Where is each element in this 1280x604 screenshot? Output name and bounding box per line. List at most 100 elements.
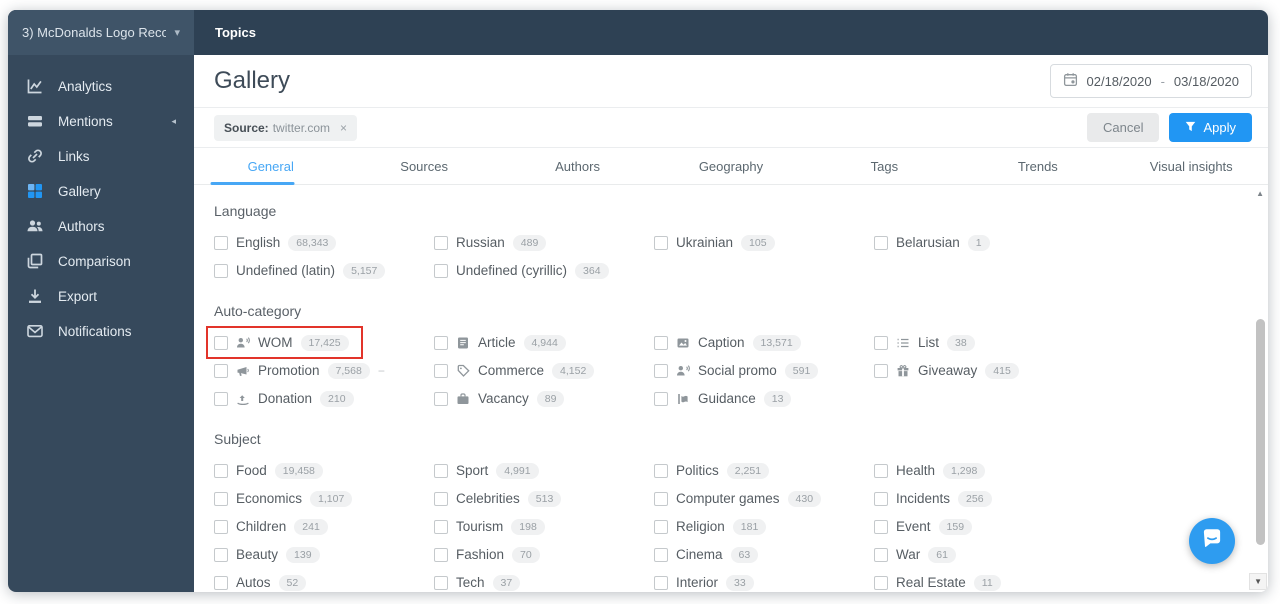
- checkbox[interactable]: [874, 235, 888, 250]
- checkbox[interactable]: [214, 363, 228, 378]
- filter-celebrities[interactable]: Celebrities 513: [434, 490, 562, 507]
- filter-undefined-cyrillic[interactable]: Undefined (cyrillic) 364: [434, 262, 609, 279]
- checkbox[interactable]: [874, 335, 888, 350]
- sidebar-item-notifications[interactable]: Notifications: [8, 314, 194, 348]
- filter-donation[interactable]: Donation 210: [214, 390, 354, 407]
- checkbox[interactable]: [214, 235, 228, 250]
- checkbox[interactable]: [654, 391, 668, 406]
- filter-cinema[interactable]: Cinema 63: [654, 546, 759, 563]
- filter-ukrainian[interactable]: Ukrainian 105: [654, 234, 775, 251]
- tab-trends[interactable]: Trends: [961, 148, 1114, 184]
- filter-promotion[interactable]: Promotion 7,568 −: [214, 362, 385, 379]
- checkbox[interactable]: [214, 263, 228, 278]
- checkbox[interactable]: [874, 491, 888, 506]
- scroll-down-arrow[interactable]: ▼: [1249, 573, 1267, 590]
- checkbox[interactable]: [654, 463, 668, 478]
- checkbox[interactable]: [654, 575, 668, 590]
- filter-autos[interactable]: Autos 52: [214, 574, 307, 591]
- checkbox[interactable]: [434, 335, 448, 350]
- filter-computer-games[interactable]: Computer games 430: [654, 490, 822, 507]
- filter-incidents[interactable]: Incidents 256: [874, 490, 992, 507]
- tab-sources[interactable]: Sources: [347, 148, 500, 184]
- filter-commerce[interactable]: Commerce 4,152: [434, 362, 595, 379]
- sidebar-item-mentions[interactable]: Mentions ◂: [8, 104, 194, 138]
- filter-wom[interactable]: WOM 17,425: [206, 326, 363, 359]
- filter-belarusian[interactable]: Belarusian 1: [874, 234, 990, 251]
- date-range-picker[interactable]: 02/18/2020 - 03/18/2020: [1049, 64, 1252, 98]
- checkbox[interactable]: [214, 391, 228, 406]
- chat-widget-button[interactable]: [1189, 518, 1235, 564]
- sidebar-item-analytics[interactable]: Analytics: [8, 69, 194, 103]
- source-filter-chip[interactable]: Source: twitter.com ×: [214, 114, 358, 141]
- filter-undefined-latin[interactable]: Undefined (latin) 5,157: [214, 262, 386, 279]
- filter-vacancy[interactable]: Vacancy 89: [434, 390, 565, 407]
- checkbox[interactable]: [654, 235, 668, 250]
- scroll-up-arrow[interactable]: ▲: [1256, 189, 1264, 198]
- filter-list[interactable]: List 38: [874, 334, 975, 351]
- checkbox[interactable]: [434, 391, 448, 406]
- sidebar-item-links[interactable]: Links: [8, 139, 194, 173]
- cancel-button[interactable]: Cancel: [1087, 113, 1160, 142]
- filter-guidance[interactable]: Guidance 13: [654, 390, 792, 407]
- tab-visual-insights[interactable]: Visual insights: [1115, 148, 1268, 184]
- checkbox[interactable]: [434, 263, 448, 278]
- sidebar-item-export[interactable]: Export: [8, 279, 194, 313]
- tab-general[interactable]: General: [194, 148, 347, 184]
- checkbox[interactable]: [654, 491, 668, 506]
- filter-sport[interactable]: Sport 4,991: [434, 462, 539, 479]
- filter-children[interactable]: Children 241: [214, 518, 328, 535]
- filter-real-estate[interactable]: Real Estate 11: [874, 574, 1001, 591]
- filter-giveaway[interactable]: Giveaway 415: [874, 362, 1019, 379]
- checkbox[interactable]: [434, 547, 448, 562]
- checkbox[interactable]: [214, 547, 228, 562]
- filter-fashion[interactable]: Fashion 70: [434, 546, 540, 563]
- sidebar-item-comparison[interactable]: Comparison: [8, 244, 194, 278]
- checkbox[interactable]: [214, 463, 228, 478]
- checkbox[interactable]: [434, 519, 448, 534]
- filter-food[interactable]: Food 19,458: [214, 462, 323, 479]
- checkbox[interactable]: [214, 491, 228, 506]
- project-selector[interactable]: 3) McDonalds Logo Reco... ▾: [8, 10, 194, 55]
- filter-article[interactable]: Article 4,944: [434, 334, 566, 351]
- collapse-arrow-icon[interactable]: ◂: [171, 116, 176, 127]
- apply-button[interactable]: Apply: [1169, 113, 1252, 142]
- filter-economics[interactable]: Economics 1,107: [214, 490, 353, 507]
- checkbox[interactable]: [874, 519, 888, 534]
- tab-geography[interactable]: Geography: [654, 148, 807, 184]
- filter-event[interactable]: Event 159: [874, 518, 973, 535]
- checkbox[interactable]: [434, 235, 448, 250]
- checkbox[interactable]: [874, 547, 888, 562]
- filter-politics[interactable]: Politics 2,251: [654, 462, 770, 479]
- checkbox[interactable]: [434, 463, 448, 478]
- filter-caption[interactable]: Caption 13,571: [654, 334, 801, 351]
- checkbox[interactable]: [434, 491, 448, 506]
- sidebar-item-gallery[interactable]: Gallery: [8, 174, 194, 208]
- checkbox[interactable]: [214, 335, 228, 350]
- filter-war[interactable]: War 61: [874, 546, 956, 563]
- filter-tech[interactable]: Tech 37: [434, 574, 521, 591]
- checkbox[interactable]: [434, 575, 448, 590]
- checkbox[interactable]: [654, 335, 668, 350]
- filter-tourism[interactable]: Tourism 198: [434, 518, 545, 535]
- checkbox[interactable]: [874, 363, 888, 378]
- checkbox[interactable]: [434, 363, 448, 378]
- remove-filter-icon[interactable]: ×: [340, 121, 347, 135]
- filter-social-promo[interactable]: Social promo 591: [654, 362, 819, 379]
- filter-beauty[interactable]: Beauty 139: [214, 546, 320, 563]
- checkbox[interactable]: [214, 575, 228, 590]
- filter-english[interactable]: English 68,343: [214, 234, 337, 251]
- checkbox[interactable]: [214, 519, 228, 534]
- filter-russian[interactable]: Russian 489: [434, 234, 547, 251]
- sidebar-item-authors[interactable]: Authors: [8, 209, 194, 243]
- checkbox[interactable]: [874, 575, 888, 590]
- checkbox[interactable]: [654, 519, 668, 534]
- checkbox[interactable]: [654, 363, 668, 378]
- checkbox[interactable]: [654, 547, 668, 562]
- checkbox[interactable]: [874, 463, 888, 478]
- scrollbar-thumb[interactable]: [1256, 319, 1265, 545]
- filter-health[interactable]: Health 1,298: [874, 462, 986, 479]
- filter-religion[interactable]: Religion 181: [654, 518, 767, 535]
- tab-authors[interactable]: Authors: [501, 148, 654, 184]
- tab-tags[interactable]: Tags: [808, 148, 961, 184]
- filter-interior[interactable]: Interior 33: [654, 574, 754, 591]
